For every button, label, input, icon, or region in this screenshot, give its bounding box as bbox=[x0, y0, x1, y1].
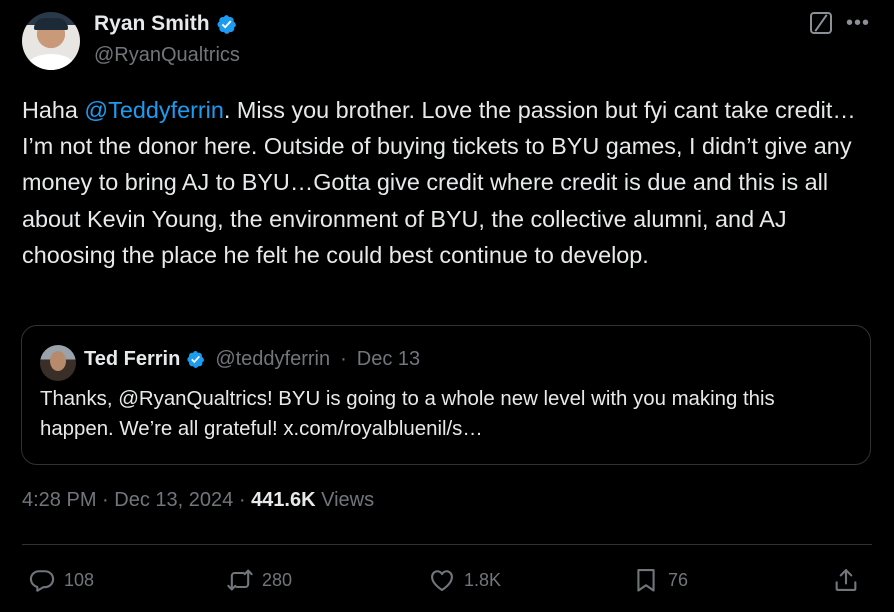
tweet-meta: 4:28 PM · Dec 13, 2024 · 441.6K Views bbox=[22, 489, 374, 512]
avatar-cap bbox=[34, 18, 68, 30]
quote-date: Dec 13 bbox=[356, 348, 421, 370]
avatar-shirt bbox=[28, 54, 74, 70]
divider bbox=[22, 544, 872, 545]
verified-badge-icon bbox=[187, 351, 205, 368]
tweet-text-start: Haha bbox=[22, 97, 85, 123]
quote-display-name: Ted Ferrin bbox=[84, 348, 181, 370]
reply-icon bbox=[29, 570, 55, 592]
grok-icon[interactable] bbox=[809, 12, 832, 34]
quote-text: Thanks, @RyanQualtrics! BYU is going to … bbox=[40, 388, 775, 440]
like-button[interactable]: 1.8K bbox=[428, 560, 501, 600]
like-icon bbox=[431, 570, 453, 591]
repost-count: 280 bbox=[262, 569, 293, 590]
repost-button[interactable]: 280 bbox=[226, 560, 292, 600]
views-count: 441.6K bbox=[251, 489, 316, 511]
action-bar: 108 280 1.8K 76 bbox=[0, 560, 894, 600]
share-icon bbox=[835, 569, 857, 591]
author-avatar[interactable] bbox=[22, 12, 80, 70]
verified-badge-icon bbox=[217, 14, 236, 34]
bookmark-button[interactable]: 76 bbox=[632, 560, 688, 600]
tweet-time[interactable]: 4:28 PM bbox=[22, 489, 96, 511]
more-icon[interactable]: ••• bbox=[846, 12, 870, 34]
author-name-row: Ryan Smith bbox=[94, 12, 237, 36]
quote-separator: · bbox=[340, 348, 347, 370]
tweet-mention-link[interactable]: @Teddyferrin bbox=[84, 97, 223, 123]
quoted-tweet[interactable]: Ted Ferrin @teddyferrin · Dec 13 Thanks,… bbox=[21, 325, 871, 465]
reply-count: 108 bbox=[64, 569, 95, 590]
quote-header: Ted Ferrin @teddyferrin · Dec 13 bbox=[84, 348, 420, 371]
bookmark-icon bbox=[637, 569, 655, 592]
reply-button[interactable]: 108 bbox=[28, 560, 94, 600]
like-count: 1.8K bbox=[464, 569, 502, 590]
quote-avatar-face bbox=[50, 351, 66, 371]
top-actions: ••• bbox=[809, 12, 870, 34]
author-display-name[interactable]: Ryan Smith bbox=[94, 12, 210, 36]
bookmark-count: 76 bbox=[668, 569, 689, 590]
views-label: Views bbox=[321, 489, 375, 511]
meta-separator: · bbox=[238, 489, 246, 511]
tweet-text: Haha @Teddyferrin. Miss you brother. Lov… bbox=[22, 92, 872, 273]
quote-author-avatar bbox=[40, 345, 76, 381]
quote-handle: @teddyferrin bbox=[215, 348, 331, 370]
author-handle[interactable]: @RyanQualtrics bbox=[94, 44, 240, 67]
share-button[interactable] bbox=[832, 560, 860, 600]
meta-separator: · bbox=[102, 489, 109, 511]
repost-icon bbox=[227, 569, 253, 591]
tweet-date[interactable]: Dec 13, 2024 bbox=[114, 489, 233, 511]
